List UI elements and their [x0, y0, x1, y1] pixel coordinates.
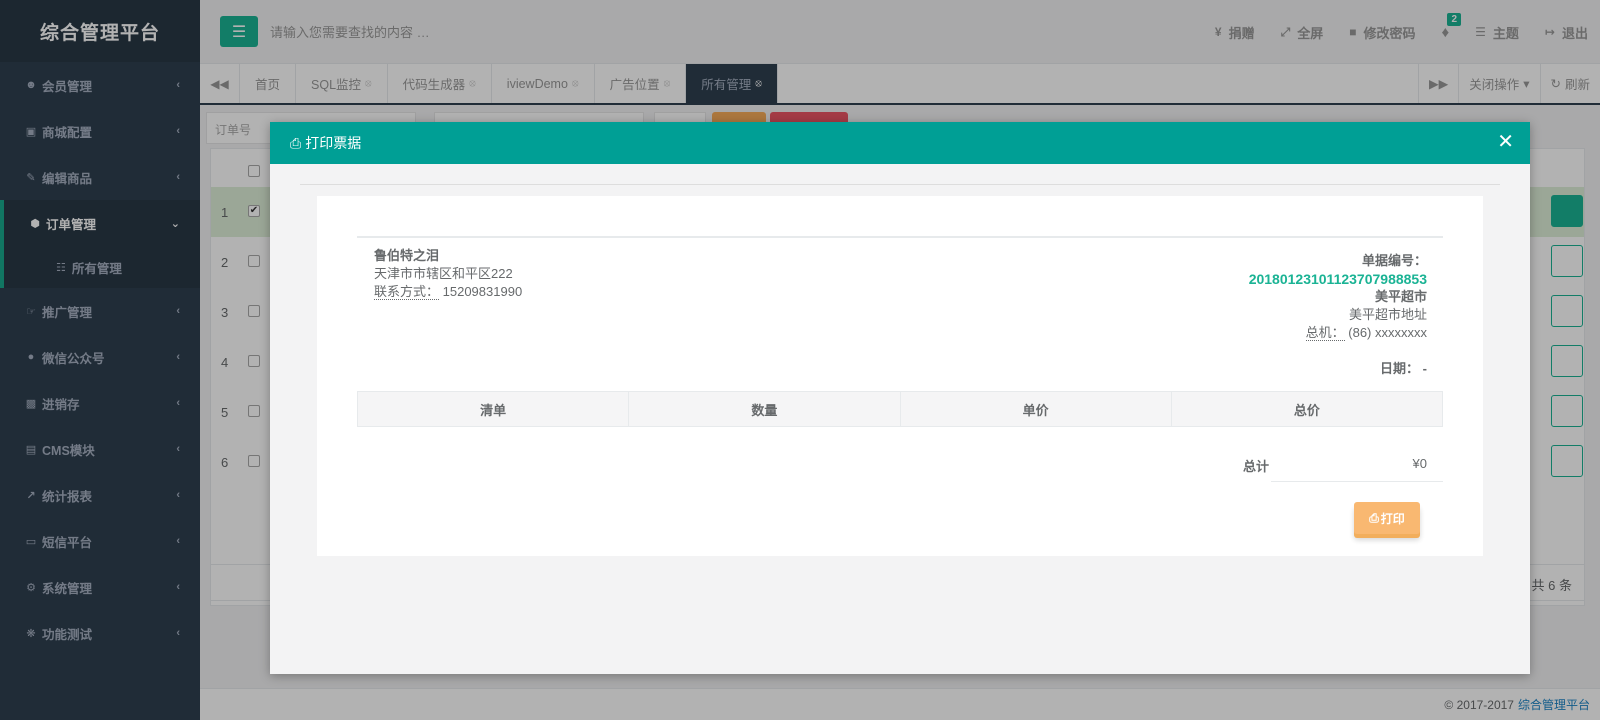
divider	[357, 236, 1443, 238]
buyer-phone-label: 总机：	[1305, 325, 1345, 341]
print-icon: ⎙	[1369, 510, 1379, 525]
column-header-unit-price: 单价	[901, 392, 1172, 426]
seller-contact-value: 15209831990	[442, 284, 523, 299]
column-header-item: 清单	[358, 392, 630, 426]
seller-name: 鲁伯特之泪	[374, 248, 440, 263]
buyer-name: 美平超市	[1374, 289, 1427, 304]
close-icon: ✕	[1497, 131, 1514, 153]
buyer-address: 美平超市地址	[1348, 307, 1427, 322]
print-button-label: 打印	[1380, 511, 1405, 526]
buyer-info: 单据编号： 20180123101123707988853 美平超市 美平超市地…	[1249, 252, 1427, 378]
seller-info: 鲁伯特之泪 天津市市辖区和平区222 联系方式： 15209831990	[374, 247, 522, 301]
seller-address: 天津市市辖区和平区222	[374, 266, 513, 281]
total-label: 总计	[1243, 459, 1270, 474]
receipt-date: 日期： -	[1249, 360, 1427, 378]
divider	[300, 184, 1500, 185]
receipt-number: 20180123101123707988853	[1248, 271, 1427, 287]
total-value: ¥0	[1271, 450, 1443, 482]
column-header-total-price: 总价	[1293, 402, 1320, 418]
modal-close-button[interactable]: ✕	[1497, 132, 1514, 152]
receipt-number-label: 单据编号：	[1361, 253, 1427, 268]
seller-contact: 联系方式： 15209831990	[374, 283, 522, 301]
buyer-phone: 总机： (86) xxxxxxxx	[1249, 324, 1427, 342]
buyer-phone-value: (86) xxxxxxxx	[1348, 325, 1427, 340]
invoice-sheet: 鲁伯特之泪 天津市市辖区和平区222 联系方式： 15209831990 单据编…	[317, 196, 1483, 556]
date-label: 日期：	[1380, 361, 1420, 376]
seller-contact-label: 联系方式：	[374, 284, 440, 300]
modal-header: ⎙ 打印票据	[270, 122, 1530, 164]
date-value: -	[1422, 361, 1427, 376]
print-receipt-modal: ⎙ 打印票据 ✕ 鲁伯特之泪 天津市市辖区和平区222 联系方式： 152098…	[270, 122, 1530, 674]
print-icon: ⎙	[290, 134, 302, 151]
print-button[interactable]: ⎙ 打印	[1354, 502, 1420, 534]
invoice-items-table: 清单 数量 单价 总价	[357, 391, 1443, 427]
column-header-quantity: 数量	[629, 392, 901, 426]
modal-title: 打印票据	[305, 135, 362, 151]
